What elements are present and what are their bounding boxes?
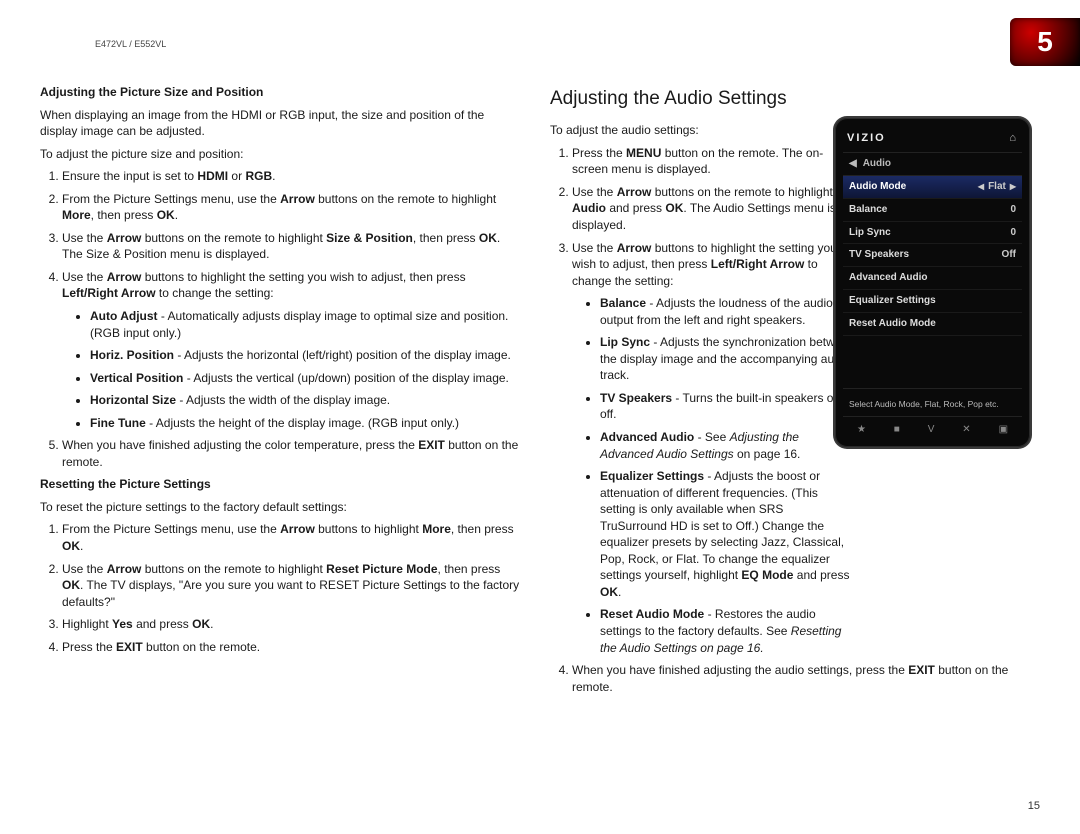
- lead-picture-size: To adjust the picture size and position:: [40, 146, 520, 163]
- osd-row: Reset Audio Mode: [843, 313, 1022, 336]
- step: Press the MENU button on the remote. The…: [572, 145, 852, 178]
- bullet: TV Speakers - Turns the built-in speaker…: [600, 390, 856, 423]
- chevron-left-icon: ◀: [849, 157, 857, 171]
- osd-row-value: 0: [1010, 226, 1016, 240]
- bullet: Horizontal Size - Adjusts the width of t…: [90, 392, 520, 409]
- bullet: Balance - Adjusts the loudness of the au…: [600, 295, 856, 328]
- step: Use the Arrow buttons on the remote to h…: [62, 230, 520, 263]
- bullet: Auto Adjust - Automatically adjusts disp…: [90, 308, 520, 341]
- osd-row-label: Equalizer Settings: [849, 294, 936, 308]
- steps-reset-picture: From the Picture Settings menu, use the …: [40, 521, 520, 655]
- osd-nav-icon: V: [928, 423, 935, 437]
- arrow-right-icon: ▶: [1010, 181, 1016, 192]
- home-icon: ⌂: [1009, 131, 1018, 146]
- osd-nav-icon: ■: [894, 423, 900, 437]
- arrow-left-icon: ◀: [978, 181, 984, 192]
- intro-reset-picture: To reset the picture settings to the fac…: [40, 499, 520, 516]
- osd-row: Balance 0: [843, 199, 1022, 222]
- osd-row-value: ◀Flat▶: [978, 180, 1016, 194]
- osd-row-value: 0: [1010, 203, 1016, 217]
- bullet: Fine Tune - Adjusts the height of the di…: [90, 415, 520, 432]
- step: Highlight Yes and press OK.: [62, 616, 520, 633]
- osd-row-label: Advanced Audio: [849, 271, 928, 285]
- step: Use the Arrow buttons to highlight the s…: [572, 240, 852, 657]
- step: When you have finished adjusting the col…: [62, 437, 520, 470]
- osd-breadcrumb: ◀ Audio: [843, 152, 1022, 176]
- step: From the Picture Settings menu, use the …: [62, 521, 520, 554]
- osd-bottom-icons: ★ ■ V ✕ ▣: [843, 416, 1022, 437]
- section-title-audio: Adjusting the Audio Settings: [550, 86, 1030, 112]
- step: Ensure the input is set to HDMI or RGB.: [62, 168, 520, 185]
- osd-nav-icon: ★: [857, 423, 866, 437]
- subhead-reset-picture: Resetting the Picture Settings: [40, 476, 520, 493]
- chapter-tab: 5: [1010, 18, 1080, 66]
- steps-picture-size: Ensure the input is set to HDMI or RGB. …: [40, 168, 520, 470]
- page-content: Adjusting the Picture Size and Position …: [40, 80, 1040, 701]
- osd-row-label: TV Speakers: [849, 248, 909, 262]
- osd-row: Audio Mode ◀Flat▶: [843, 176, 1022, 199]
- bullet: Reset Audio Mode - Restores the audio se…: [600, 606, 852, 656]
- left-column: Adjusting the Picture Size and Position …: [40, 80, 520, 701]
- bullet: Vertical Position - Adjusts the vertical…: [90, 370, 520, 387]
- osd-hint: Select Audio Mode, Flat, Rock, Pop etc.: [843, 388, 1022, 417]
- osd-rows: Audio Mode ◀Flat▶ Balance 0 Lip Sync 0 TV Spea…: [843, 176, 1022, 336]
- osd-row-label: Lip Sync: [849, 226, 891, 240]
- intro-picture-size: When displaying an image from the HDMI o…: [40, 107, 520, 140]
- osd-header: VIZIO ⌂: [843, 128, 1022, 152]
- osd-row: Advanced Audio: [843, 267, 1022, 290]
- bullet: Horiz. Position - Adjusts the horizontal…: [90, 347, 520, 364]
- osd-nav-icon: ▣: [999, 423, 1008, 437]
- bullet: Advanced Audio - See Adjusting the Advan…: [600, 429, 852, 462]
- sub-bullets: Balance - Adjusts the loudness of the au…: [572, 295, 852, 656]
- model-header: E472VL / E552VL: [95, 38, 166, 50]
- osd-menu: VIZIO ⌂ ◀ Audio Audio Mode ◀Flat▶ Balance 0…: [835, 118, 1030, 447]
- step: Use the Arrow buttons on the remote to h…: [62, 561, 520, 611]
- step: When you have finished adjusting the aud…: [572, 662, 1030, 695]
- osd-nav-icon: ✕: [962, 423, 970, 437]
- osd-row: Lip Sync 0: [843, 222, 1022, 245]
- osd-row-value: Off: [1002, 248, 1016, 262]
- step: From the Picture Settings menu, use the …: [62, 191, 520, 224]
- bullet: Lip Sync - Adjusts the synchronization b…: [600, 334, 856, 384]
- step: Press the EXIT button on the remote.: [62, 639, 520, 656]
- bullet: Equalizer Settings - Adjusts the boost o…: [600, 468, 852, 600]
- osd-row-label: Balance: [849, 203, 887, 217]
- osd-row-label: Reset Audio Mode: [849, 317, 936, 331]
- osd-row: TV Speakers Off: [843, 244, 1022, 267]
- sub-bullets: Auto Adjust - Automatically adjusts disp…: [62, 308, 520, 431]
- page-number: 15: [1028, 799, 1040, 814]
- osd-brand: VIZIO: [847, 131, 886, 146]
- step: Use the Arrow buttons on the remote to h…: [572, 184, 852, 234]
- right-column: Adjusting the Audio Settings To adjust t…: [550, 80, 1030, 701]
- osd-crumb-label: Audio: [863, 157, 891, 171]
- osd-row-label: Audio Mode: [849, 180, 906, 194]
- step: Use the Arrow buttons to highlight the s…: [62, 269, 520, 431]
- subhead-picture-size: Adjusting the Picture Size and Position: [40, 84, 520, 101]
- osd-row: Equalizer Settings: [843, 290, 1022, 313]
